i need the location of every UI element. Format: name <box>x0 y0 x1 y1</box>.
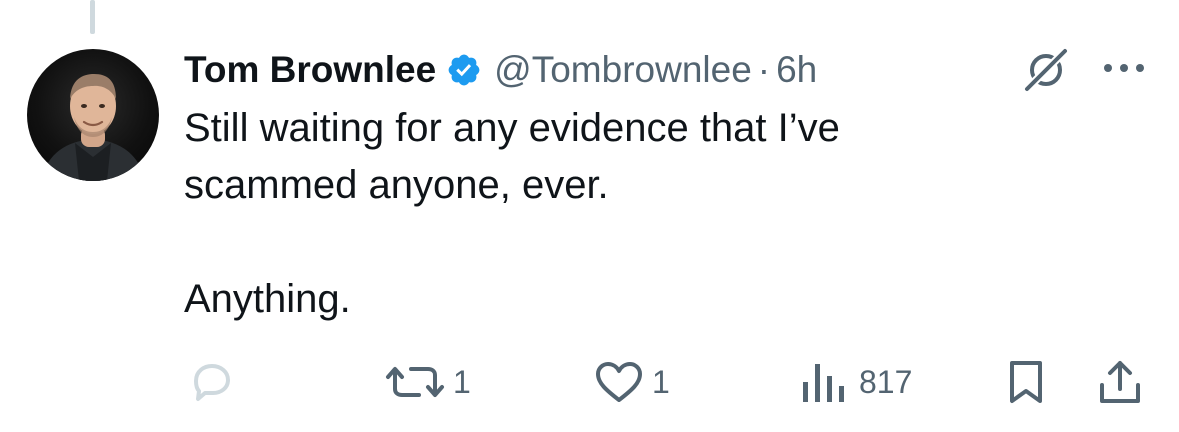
views-button[interactable]: 817 <box>801 352 912 412</box>
retweet-icon <box>386 367 444 397</box>
separator-dot: · <box>757 49 771 90</box>
action-bar: 1 1 817 <box>0 352 1179 412</box>
display-name[interactable]: Tom Brownlee <box>184 44 436 96</box>
views-count: 817 <box>859 363 913 400</box>
handle[interactable]: @Tombrownlee <box>494 44 752 96</box>
grok-icon[interactable] <box>1021 45 1071 95</box>
retweet-button[interactable]: 1 <box>385 352 471 412</box>
tweet-header: Tom Brownlee @Tombrownlee · 6h <box>184 44 817 96</box>
like-button[interactable]: 1 <box>594 352 670 412</box>
heart-icon <box>596 362 642 402</box>
views-icon <box>803 364 844 402</box>
share-button[interactable] <box>1098 352 1142 412</box>
like-count: 1 <box>652 363 670 400</box>
reply-icon <box>194 364 230 401</box>
more-icon[interactable] <box>1099 59 1149 77</box>
thread-connector-line <box>90 0 95 34</box>
bookmark-icon <box>1010 361 1042 403</box>
bookmark-button[interactable] <box>1006 352 1046 412</box>
retweet-count: 1 <box>453 363 471 400</box>
share-icon <box>1100 361 1140 403</box>
reply-button[interactable] <box>186 352 244 412</box>
timestamp[interactable]: 6h <box>776 44 817 96</box>
tweet-text: Still waiting for any evidence that I’ve… <box>184 106 840 321</box>
verified-badge-icon[interactable] <box>446 52 482 88</box>
avatar-photo <box>41 74 145 181</box>
avatar[interactable] <box>27 49 159 181</box>
